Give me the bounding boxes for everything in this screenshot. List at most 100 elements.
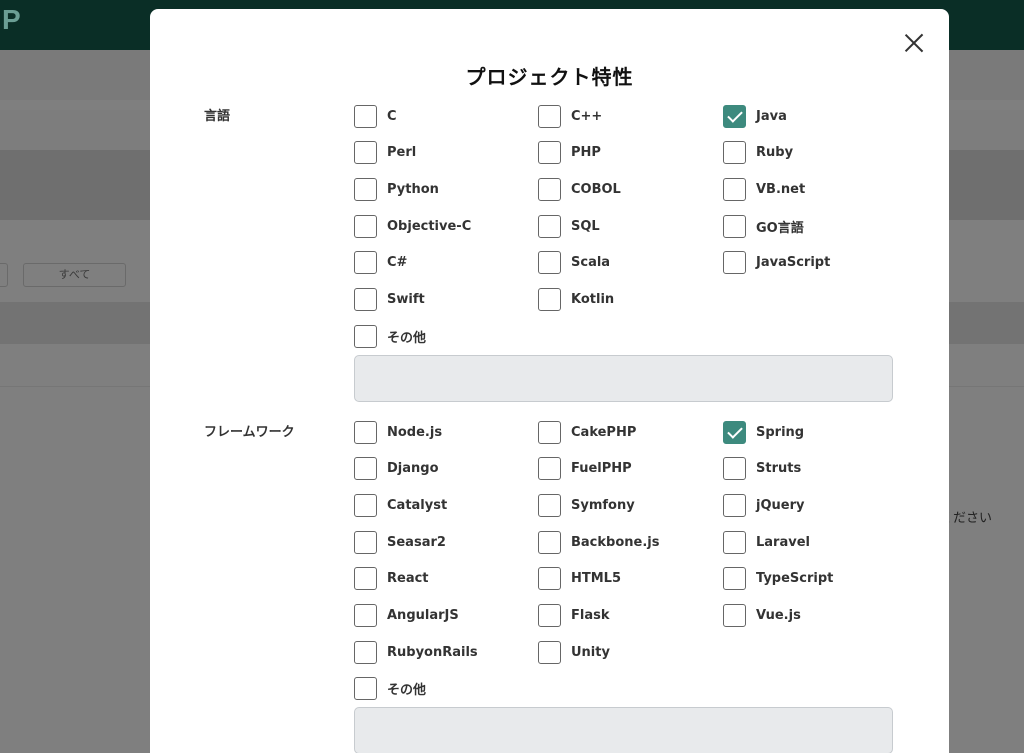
checkbox-icon (723, 493, 746, 517)
framework-checkbox-spring[interactable]: Spring (723, 420, 804, 444)
checkbox-label: C (387, 108, 397, 124)
checkbox-label: その他 (387, 330, 427, 346)
language-other-input[interactable] (354, 355, 893, 402)
filter-button[interactable] (0, 263, 8, 287)
checkbox-checked-icon (723, 420, 746, 444)
framework-checkbox-jquery[interactable]: jQuery (723, 493, 804, 517)
framework-checkbox-backbone-js[interactable]: Backbone.js (538, 530, 659, 554)
checkbox-icon (354, 420, 377, 444)
checkbox-icon (723, 604, 746, 627)
checkbox-icon (354, 676, 377, 700)
checkbox-icon (538, 530, 561, 554)
checkbox-label: React (387, 571, 429, 587)
language-checkbox-javascript[interactable]: JavaScript (723, 251, 830, 275)
checkbox-label: COBOL (571, 181, 621, 197)
language-checkbox-go-[interactable]: GO言語 (723, 214, 804, 238)
checkbox-icon (538, 493, 561, 517)
language-checkbox-objective-c[interactable]: Objective-C (354, 214, 471, 238)
checkbox-label: TypeScript (756, 571, 834, 587)
checkbox-label: FuelPHP (571, 461, 632, 477)
framework-checkbox-laravel[interactable]: Laravel (723, 530, 810, 554)
checkbox-label: Seasar2 (387, 534, 446, 550)
language-checkbox-kotlin[interactable]: Kotlin (538, 288, 614, 312)
checkbox-icon (538, 288, 561, 311)
framework-checkbox-fuelphp[interactable]: FuelPHP (538, 457, 632, 481)
checkbox-icon (538, 177, 561, 201)
framework-checkbox-seasar2[interactable]: Seasar2 (354, 530, 446, 554)
checkbox-label: Kotlin (571, 292, 615, 307)
checkbox-label: Backbone.js (571, 534, 660, 550)
checkbox-label: GO言語 (756, 220, 804, 236)
framework-checkbox-symfony[interactable]: Symfony (538, 493, 635, 517)
language-checkbox-c[interactable]: C (354, 104, 397, 128)
checkbox-label: jQuery (756, 497, 805, 513)
framework-checkbox-other[interactable]: その他 (354, 676, 426, 700)
checkbox-icon (354, 104, 377, 128)
framework-checkbox-typescript[interactable]: TypeScript (723, 567, 833, 591)
checkbox-icon (538, 141, 561, 165)
checkbox-label: AngularJS (387, 608, 459, 623)
language-checkbox-perl[interactable]: Perl (354, 141, 416, 165)
language-checkbox-python[interactable]: Python (354, 177, 439, 201)
close-icon[interactable] (902, 31, 926, 55)
framework-checkbox-angularjs[interactable]: AngularJS (354, 604, 459, 628)
checkbox-label: Django (387, 461, 439, 477)
framework-checkbox-rubyonrails[interactable]: RubyonRails (354, 640, 478, 664)
checkbox-label: Unity (571, 644, 610, 660)
framework-checkbox-unity[interactable]: Unity (538, 640, 610, 664)
checkbox-label: その他 (387, 682, 427, 698)
checkbox-label: Catalyst (387, 497, 448, 513)
checkbox-icon (354, 177, 377, 201)
language-checkbox-java[interactable]: Java (723, 104, 787, 128)
language-checkbox-c-[interactable]: C++ (538, 104, 602, 128)
language-checkbox-vb-net[interactable]: VB.net (723, 177, 805, 201)
checkbox-label: PHP (571, 145, 601, 161)
framework-checkbox-flask[interactable]: Flask (538, 604, 610, 628)
project-attributes-modal: プロジェクト特性 言語 C C++ Java Perl PHP Ruby Python COB… (150, 9, 949, 753)
language-checkbox-scala[interactable]: Scala (538, 251, 610, 275)
language-checkbox-other[interactable]: その他 (354, 324, 426, 348)
language-checkbox-php[interactable]: PHP (538, 141, 601, 165)
checkbox-label: Perl (387, 145, 417, 161)
frameworks-section-label: フレームワーク (204, 425, 295, 440)
checkbox-label: Objective-C (387, 218, 472, 234)
checkbox-label: SQL (571, 218, 600, 234)
checkbox-label: Laravel (756, 534, 810, 550)
checkbox-label: Flask (571, 608, 610, 623)
checkbox-label: Java (756, 108, 787, 124)
language-checkbox-swift[interactable]: Swift (354, 288, 425, 312)
checkbox-label: Symfony (571, 497, 635, 513)
checkbox-icon (354, 251, 377, 275)
framework-checkbox-vue-js[interactable]: Vue.js (723, 604, 801, 628)
framework-checkbox-struts[interactable]: Struts (723, 457, 801, 481)
framework-checkbox-react[interactable]: React (354, 567, 429, 591)
checkbox-icon (723, 141, 746, 165)
framework-checkbox-catalyst[interactable]: Catalyst (354, 493, 447, 517)
checkbox-checked-icon (723, 104, 746, 128)
language-checkbox-sql[interactable]: SQL (538, 214, 600, 238)
checkbox-icon (538, 457, 561, 481)
language-checkbox-ruby[interactable]: Ruby (723, 141, 793, 165)
framework-checkbox-django[interactable]: Django (354, 457, 439, 481)
checkbox-icon (538, 640, 561, 664)
checkbox-icon (723, 177, 746, 201)
filter-all-button[interactable]: すべて (23, 263, 126, 287)
checkbox-label: Scala (571, 255, 611, 271)
framework-checkbox-node-js[interactable]: Node.js (354, 420, 442, 444)
checkbox-icon (538, 214, 561, 238)
language-checkbox-cobol[interactable]: COBOL (538, 177, 621, 201)
checkbox-icon (354, 214, 377, 238)
checkbox-icon (723, 457, 746, 481)
checkbox-label: JavaScript (756, 255, 831, 271)
language-checkbox-c-[interactable]: C# (354, 251, 407, 275)
languages-section-label: 言語 (204, 109, 231, 124)
modal-title: プロジェクト特性 (465, 65, 634, 89)
checkbox-icon (354, 567, 377, 591)
checkbox-icon (538, 604, 561, 627)
framework-other-input[interactable] (354, 707, 893, 753)
checkbox-label: Struts (756, 461, 802, 477)
framework-checkbox-html5[interactable]: HTML5 (538, 567, 621, 591)
checkbox-icon (354, 288, 377, 311)
checkbox-label: Swift (387, 292, 425, 307)
framework-checkbox-cakephp[interactable]: CakePHP (538, 420, 636, 444)
